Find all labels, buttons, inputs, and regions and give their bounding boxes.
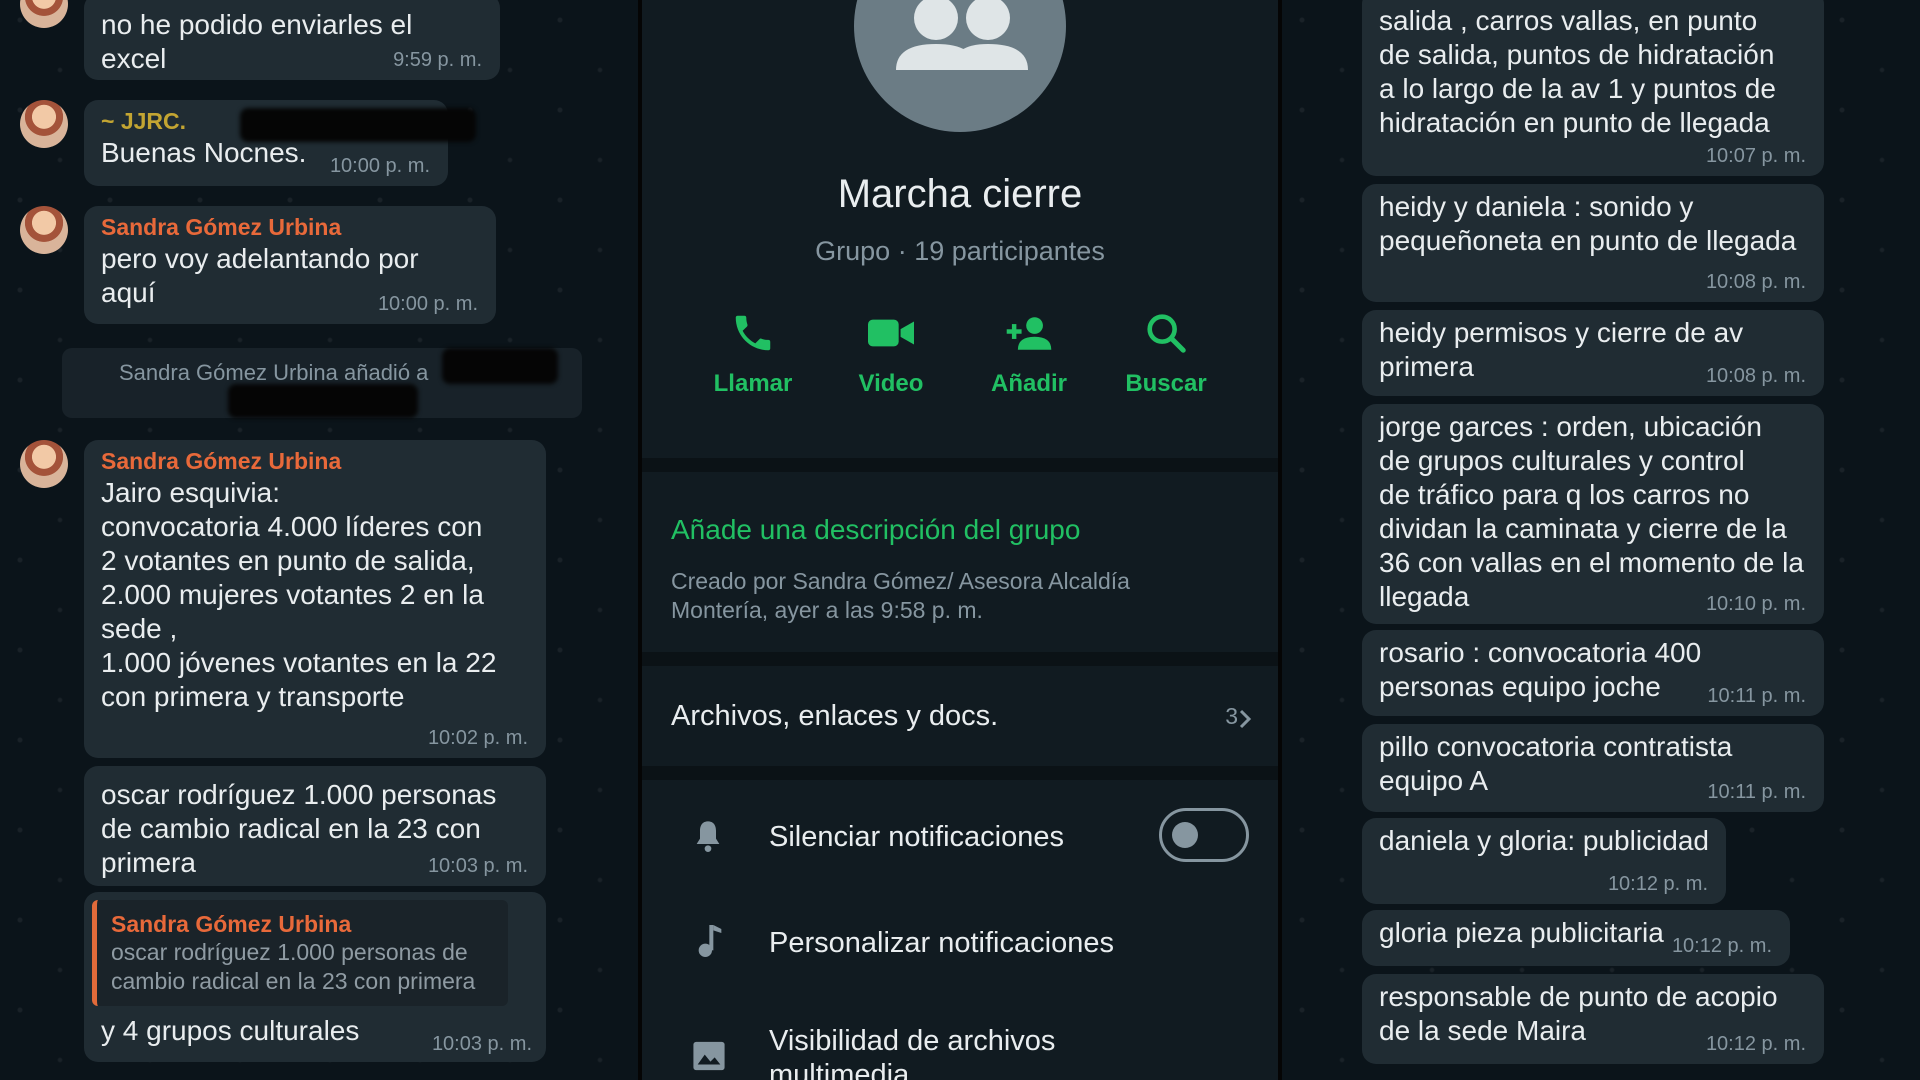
toggle-knob	[1172, 822, 1198, 848]
search-button[interactable]: Buscar	[1106, 310, 1226, 398]
created-info: Creado por Sandra Gómez/ Asesora Alcaldí…	[671, 568, 1130, 623]
message-bubble[interactable]: heidy y daniela : sonido y pequeñoneta e…	[1362, 184, 1824, 302]
custom-notifications-label[interactable]: Personalizar notificaciones	[769, 926, 1114, 960]
group-title: Marcha cierre	[837, 172, 1083, 216]
sender-name[interactable]: Sandra Gómez Urbina	[101, 212, 479, 242]
message-bubble[interactable]: Sandra Gómez Urbina Jairo esquivia: conv…	[84, 440, 546, 758]
add-person-icon	[1006, 317, 1052, 350]
video-button[interactable]: Video	[831, 310, 951, 398]
redaction-mark	[442, 348, 558, 384]
message-time: 10:12 p. m.	[1607, 873, 1708, 895]
message-bubble[interactable]: jorge garces : orden, ubicación de grupo…	[1362, 404, 1824, 624]
group-avatar[interactable]	[854, 0, 1066, 132]
avatar[interactable]	[20, 440, 68, 488]
message-time: 10:12 p. m.	[1671, 935, 1772, 957]
group-people-icon	[896, 0, 1028, 70]
message-time: 10:11 p. m.	[1707, 781, 1806, 803]
section-divider	[642, 766, 1278, 780]
message-text: jorge garces : orden, ubicación de grupo…	[1379, 411, 1804, 612]
section-divider	[642, 652, 1278, 666]
avatar[interactable]	[20, 206, 68, 254]
message-text: y 4 grupos culturales	[101, 1015, 360, 1046]
right-chat-panel: salida , carros vallas, en punto de sali…	[1282, 0, 1920, 1080]
bell-icon	[696, 821, 720, 852]
message-text: daniela y gloria: publicidad	[1379, 825, 1709, 856]
avatar[interactable]	[20, 100, 68, 148]
mute-toggle[interactable]	[1159, 808, 1249, 862]
message-time: 10:12 p. m.	[1705, 1033, 1806, 1055]
add-description-link[interactable]: Añade una descripción del grupo	[671, 514, 1080, 546]
message-bubble[interactable]: oscar rodríguez 1.000 personas de cambio…	[84, 766, 546, 886]
redaction-mark	[240, 108, 476, 142]
message-time: 10:07 p. m.	[1705, 145, 1806, 167]
section-divider	[642, 458, 1278, 472]
message-time: 10:02 p. m.	[427, 727, 528, 749]
message-time: 10:00 p. m.	[329, 155, 430, 177]
quoted-sender: Sandra Gómez Urbina	[111, 911, 352, 937]
message-bubble[interactable]: gloria pieza publicitaria 10:12 p. m.	[1362, 910, 1790, 966]
message-bubble[interactable]: salida , carros vallas, en punto de sali…	[1362, 0, 1824, 176]
search-icon	[1147, 314, 1186, 353]
left-chat-panel: no he podido enviarles el excel 9:59 p. …	[0, 0, 640, 1080]
message-bubble[interactable]: daniela y gloria: publicidad 10:12 p. m.	[1362, 818, 1726, 904]
add-label: Añadir	[990, 370, 1067, 397]
media-visibility-label[interactable]: Visibilidad de archivos multimedia	[769, 1024, 1189, 1080]
message-time: 10:08 p. m.	[1705, 271, 1806, 293]
message-text: heidy y daniela : sonido y pequeñoneta e…	[1379, 191, 1797, 256]
message-bubble[interactable]: heidy permisos y cierre de av primera 10…	[1362, 310, 1824, 396]
message-time: 10:03 p. m.	[431, 1033, 532, 1055]
message-text: Jairo esquivia: convocatoria 4.000 líder…	[101, 477, 497, 712]
music-note-icon	[698, 925, 722, 957]
group-info-panel: Marcha cierre Grupo · 19 participantes L…	[642, 0, 1278, 1080]
call-button[interactable]: Llamar	[693, 310, 813, 398]
phone-icon	[735, 315, 771, 351]
message-time: 10:00 p. m.	[377, 293, 478, 315]
files-links-docs-row[interactable]: Archivos, enlaces y docs.	[671, 700, 998, 733]
message-bubble[interactable]: pillo convocatoria contratista equipo A …	[1362, 724, 1824, 812]
message-time: 10:11 p. m.	[1707, 685, 1806, 707]
message-bubble[interactable]: Sandra Gómez Urbina pero voy adelantando…	[84, 206, 496, 324]
sender-name[interactable]: Sandra Gómez Urbina	[101, 446, 529, 476]
group-subtitle: Grupo · 19 participantes	[815, 236, 1105, 266]
call-label: Llamar	[713, 370, 793, 397]
video-label: Video	[858, 370, 924, 397]
message-time: 10:08 p. m.	[1705, 365, 1806, 387]
chevron-right-icon	[1239, 709, 1252, 729]
add-participant-button[interactable]: Añadir	[969, 310, 1089, 398]
image-icon	[693, 1041, 725, 1071]
message-time: 10:03 p. m.	[427, 855, 528, 877]
message-time: 10:10 p. m.	[1705, 593, 1806, 615]
message-bubble[interactable]: responsable de punto de acopio de la sed…	[1362, 974, 1824, 1064]
message-bubble[interactable]: rosario : convocatoria 400 personas equi…	[1362, 630, 1824, 716]
quoted-text: oscar rodríguez 1.000 personas de cambio…	[111, 939, 476, 994]
quoted-message[interactable]: Sandra Gómez Urbina oscar rodríguez 1.00…	[92, 900, 508, 1006]
message-text: salida , carros vallas, en punto de sali…	[1379, 5, 1776, 138]
message-bubble[interactable]: no he podido enviarles el excel 9:59 p. …	[84, 0, 500, 80]
redaction-mark	[228, 384, 418, 418]
video-icon	[868, 319, 914, 347]
search-label: Buscar	[1125, 370, 1207, 397]
mute-notifications-label[interactable]: Silenciar notificaciones	[769, 820, 1064, 854]
message-time: 9:59 p. m.	[393, 49, 482, 71]
